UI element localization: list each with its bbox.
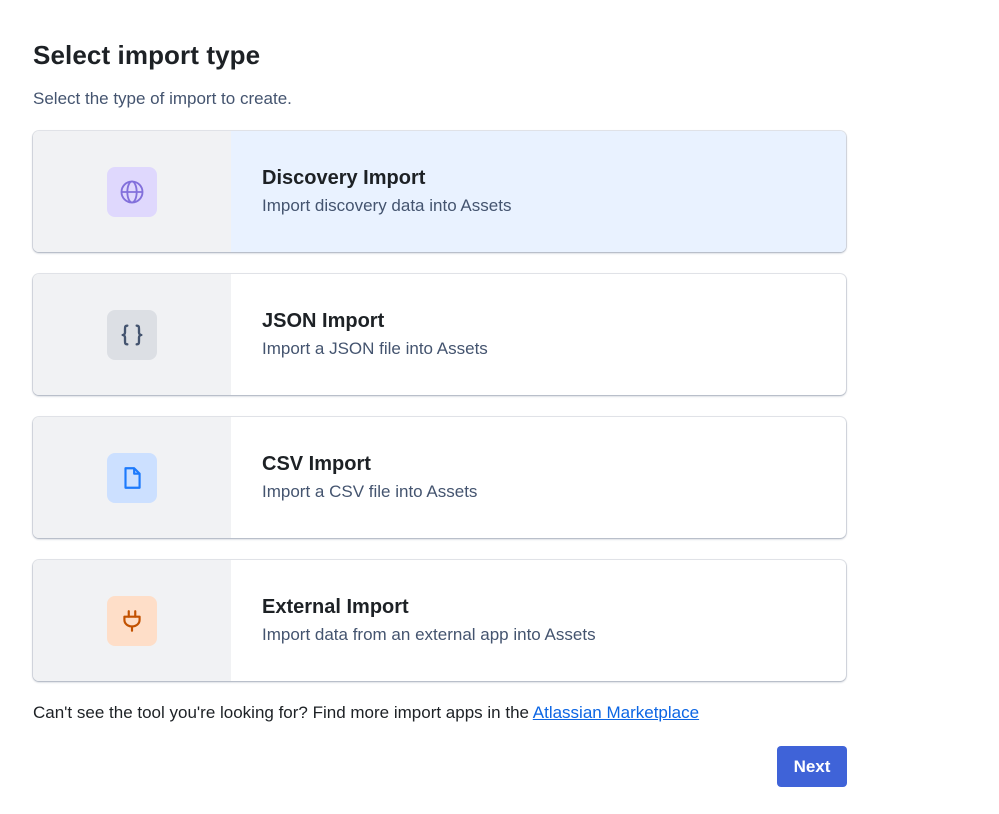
option-body: CSV Import Import a CSV file into Assets [231, 417, 846, 538]
option-icon-panel [33, 560, 231, 681]
import-type-page: Select import type Select the type of im… [0, 0, 999, 814]
plug-icon [107, 595, 157, 646]
option-description: Import a JSON file into Assets [262, 339, 488, 358]
file-icon [107, 452, 157, 503]
next-button[interactable]: Next [777, 746, 847, 787]
option-json-import[interactable]: JSON Import Import a JSON file into Asse… [33, 274, 846, 395]
option-description: Import a CSV file into Assets [262, 482, 478, 501]
option-title: External Import [262, 596, 409, 618]
marketplace-hint: Can't see the tool you're looking for? F… [33, 703, 699, 723]
option-icon-panel [33, 417, 231, 538]
option-title: CSV Import [262, 453, 371, 475]
page-subtitle: Select the type of import to create. [33, 89, 292, 108]
page-title: Select import type [33, 40, 261, 70]
option-icon-panel [33, 131, 231, 252]
marketplace-hint-text: Can't see the tool you're looking for? F… [33, 703, 533, 722]
option-external-import[interactable]: External Import Import data from an exte… [33, 560, 846, 681]
option-title: Discovery Import [262, 167, 426, 189]
atlassian-marketplace-link[interactable]: Atlassian Marketplace [533, 703, 699, 722]
option-body: External Import Import data from an exte… [231, 560, 846, 681]
option-title: JSON Import [262, 310, 385, 332]
option-csv-import[interactable]: CSV Import Import a CSV file into Assets [33, 417, 846, 538]
option-discovery-import[interactable]: Discovery Import Import discovery data i… [33, 131, 846, 252]
option-description: Import data from an external app into As… [262, 625, 596, 644]
globe-icon [107, 166, 157, 217]
option-description: Import discovery data into Assets [262, 196, 512, 215]
braces-icon [107, 309, 157, 360]
option-body: Discovery Import Import discovery data i… [231, 131, 846, 252]
option-body: JSON Import Import a JSON file into Asse… [231, 274, 846, 395]
option-icon-panel [33, 274, 231, 395]
import-options-list: Discovery Import Import discovery data i… [33, 131, 846, 703]
